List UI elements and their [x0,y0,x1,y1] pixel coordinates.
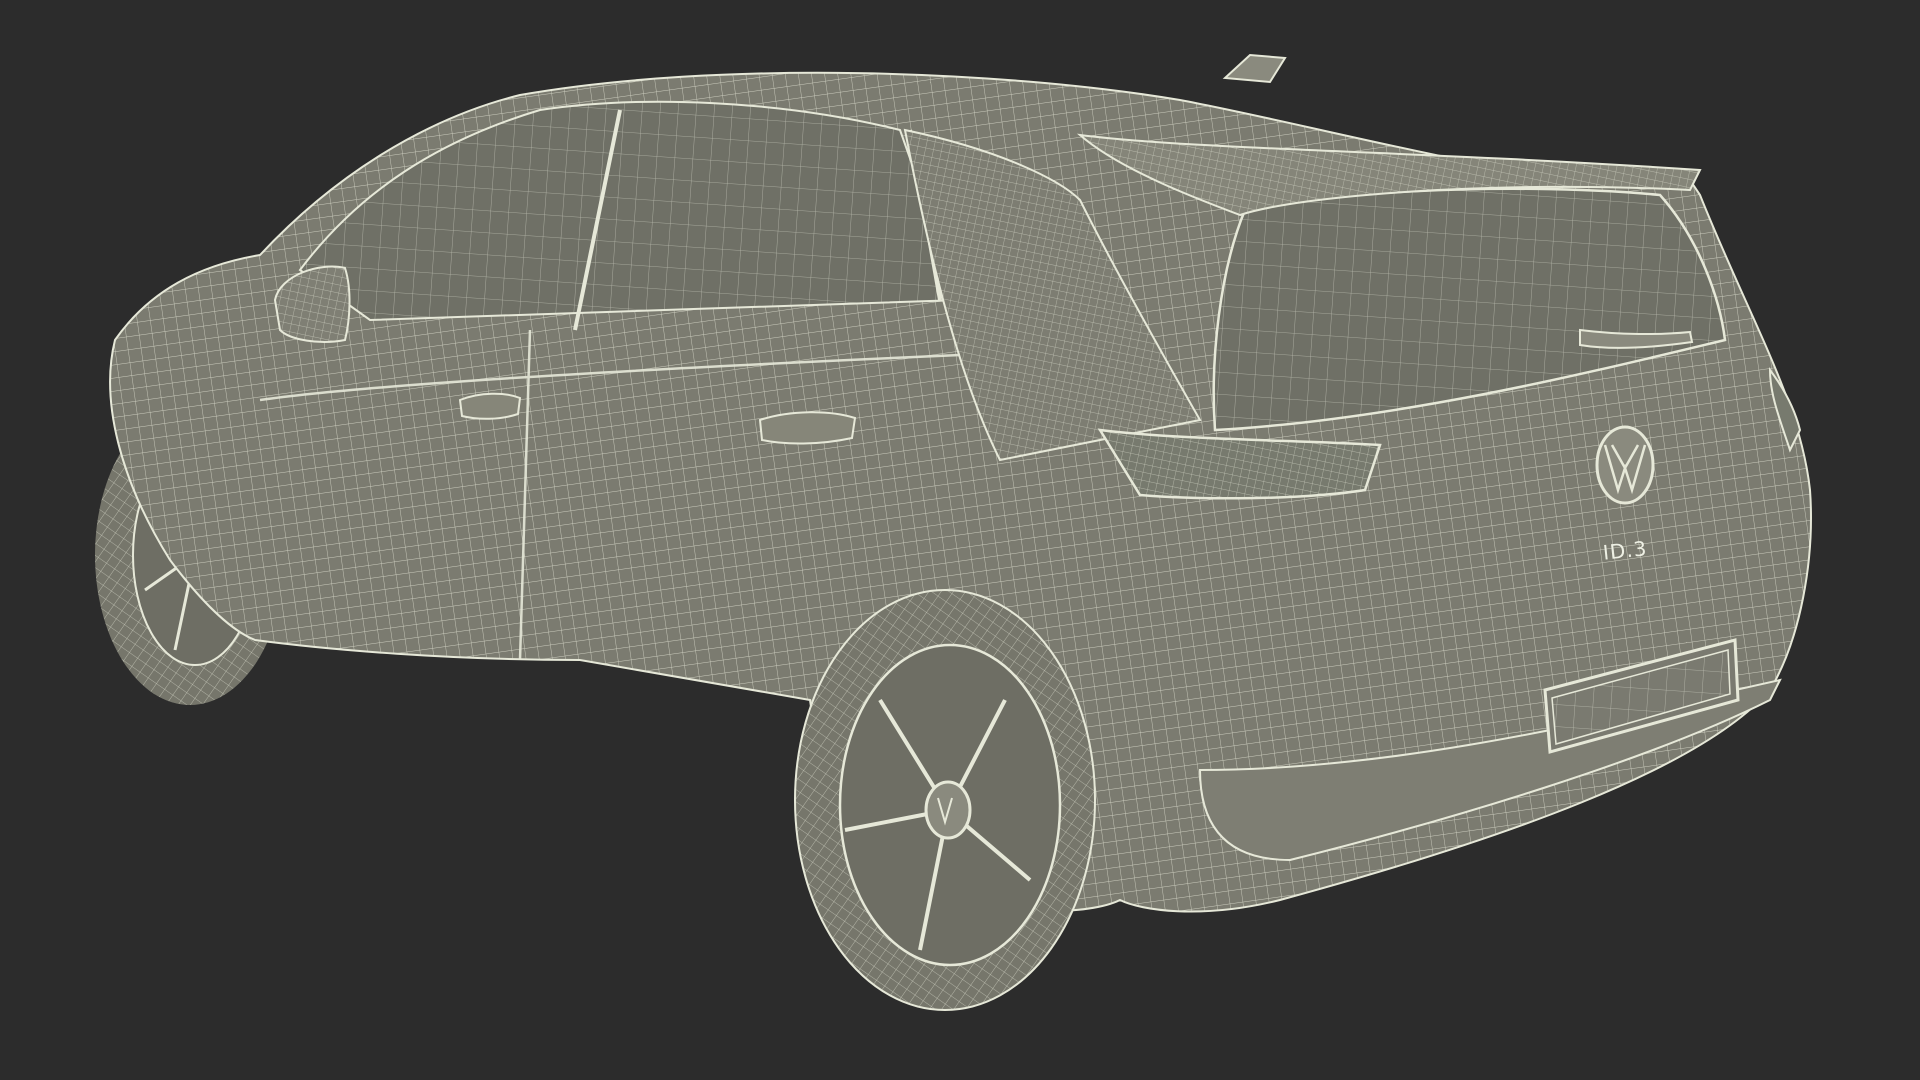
render-canvas: ID.3 [0,0,1920,1080]
viewport: ID.3 [0,0,1920,1080]
rear-left-wheel [794,589,1096,1011]
front-door-handle [458,392,522,420]
rear-door-handle [758,411,857,445]
vw-logo [1595,425,1655,505]
model-badge: ID.3 [1602,536,1649,565]
